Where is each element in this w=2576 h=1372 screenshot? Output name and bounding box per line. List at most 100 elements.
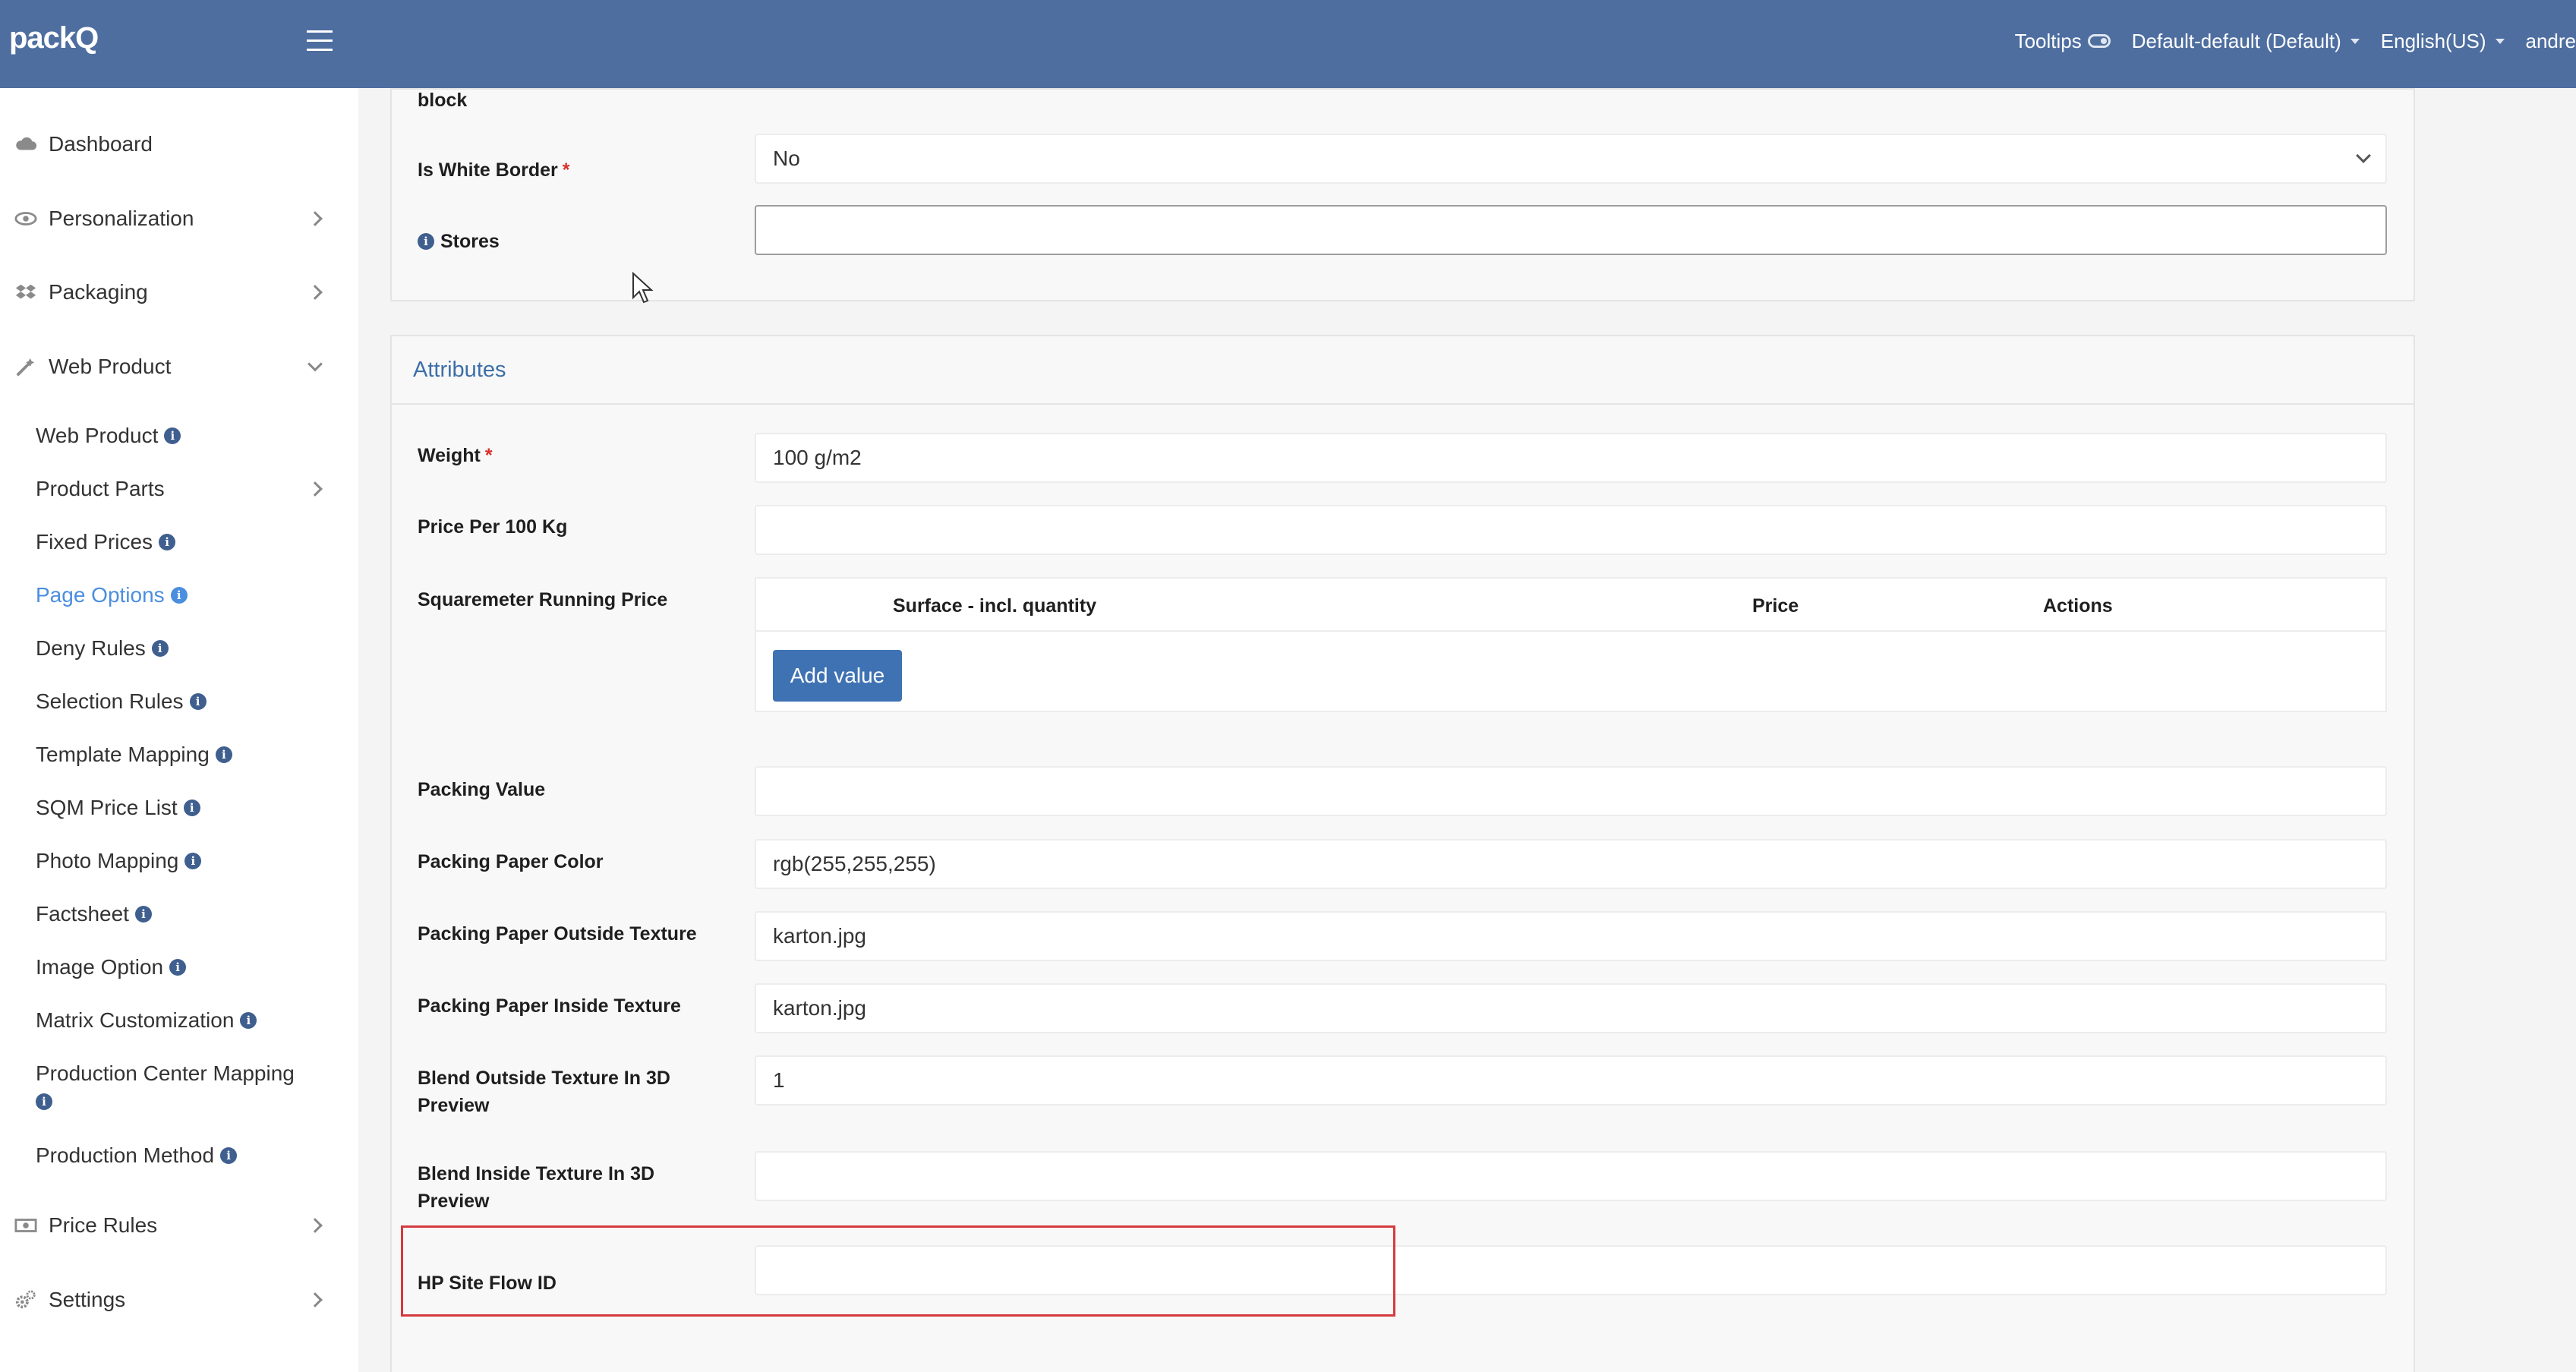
- field-label-packing-paper-color: Packing Paper Color: [418, 851, 604, 872]
- chevron-right-icon: [307, 285, 323, 300]
- sidebar-subitem-sqm-price-list[interactable]: SQM Price List i: [36, 793, 200, 823]
- tooltips-toggle[interactable]: Tooltips: [2015, 30, 2111, 53]
- user-menu[interactable]: andre: [2526, 30, 2576, 53]
- store-selector-label: Default-default (Default): [2131, 29, 2341, 52]
- sidebar-subitem-product-parts[interactable]: Product Parts: [36, 474, 323, 504]
- attributes-section-title[interactable]: Attributes: [413, 358, 506, 383]
- label-text: Stores: [440, 231, 500, 252]
- field-label-weight: Weight *: [418, 442, 493, 469]
- sidebar-subitem-image-option[interactable]: Image Option i: [36, 952, 187, 982]
- sidebar-item-settings[interactable]: Settings: [0, 1285, 358, 1315]
- sidebar-subitem-photo-mapping[interactable]: Photo Mapping i: [36, 846, 202, 876]
- toggle-switch-icon[interactable]: [2087, 34, 2111, 48]
- sidebar-subitem-label: Selection Rules: [36, 689, 184, 713]
- label-line: Preview: [418, 1095, 490, 1116]
- info-icon: i: [184, 853, 202, 869]
- chevron-right-icon: [307, 1218, 323, 1233]
- sidebar-item-label: Web Product: [49, 355, 172, 378]
- price-per-100kg-input[interactable]: [755, 505, 2387, 555]
- sidebar-item-personalization[interactable]: Personalization: [0, 203, 358, 234]
- sidebar-subitem-web-product[interactable]: Web Product i: [36, 421, 181, 451]
- sqm-running-price-table: Surface - incl. quantity Price Actions A…: [755, 577, 2387, 712]
- info-icon[interactable]: i: [418, 233, 434, 250]
- blend-inside-input[interactable]: [755, 1151, 2387, 1201]
- magic-wand-icon: [14, 355, 38, 379]
- label-line: Preview: [418, 1191, 490, 1212]
- sidebar-subitem-label: Matrix Customization: [36, 1008, 235, 1032]
- sidebar-subitem-label: Image Option: [36, 955, 164, 979]
- is-white-border-select[interactable]: No: [755, 134, 2387, 184]
- required-mark: *: [484, 445, 493, 466]
- sidebar-subitem-label: Product Parts: [36, 477, 165, 500]
- hamburger-menu-icon[interactable]: [307, 30, 333, 52]
- sidebar-subitem-label: Fixed Prices: [36, 530, 153, 554]
- sidebar-subitem-template-mapping[interactable]: Template Mapping i: [36, 740, 232, 770]
- sidebar-subitem-production-center-mapping[interactable]: Production Center Mapping i: [36, 1058, 295, 1122]
- label-text: Is White Border: [418, 159, 558, 181]
- chevron-right-icon: [307, 1292, 323, 1307]
- language-selector[interactable]: English(US): [2381, 30, 2505, 53]
- field-label-blend-outside: Blend Outside Texture In 3D Preview: [418, 1064, 670, 1119]
- sidebar-subitem-label: SQM Price List: [36, 796, 178, 819]
- sidebar-subitem-label: Template Mapping: [36, 743, 210, 766]
- chevron-right-icon: [307, 481, 323, 497]
- sidebar-subitem-fixed-prices[interactable]: Fixed Prices i: [36, 527, 176, 557]
- caret-down-icon: [2350, 38, 2360, 44]
- chevron-down-icon: [2356, 148, 2371, 163]
- packing-value-input[interactable]: [755, 766, 2387, 816]
- info-icon: i: [220, 1147, 238, 1164]
- cloud-icon: [14, 132, 38, 156]
- sidebar-subitem-deny-rules[interactable]: Deny Rules i: [36, 633, 169, 664]
- sidebar-subitem-matrix-customization[interactable]: Matrix Customization i: [36, 1005, 257, 1036]
- info-icon: i: [240, 1012, 257, 1029]
- user-name: andre: [2525, 29, 2576, 52]
- tooltips-label: Tooltips: [2014, 29, 2082, 52]
- caret-down-icon: [2495, 38, 2505, 44]
- packing-paper-color-input[interactable]: rgb(255,255,255): [755, 839, 2387, 889]
- eye-icon: [14, 207, 38, 231]
- sidebar-subitem-page-options[interactable]: Page Options i: [36, 580, 188, 610]
- sidebar-item-price-rules[interactable]: Price Rules: [0, 1210, 358, 1241]
- highlight-box: [401, 1225, 1395, 1317]
- top-right-controls: Tooltips Default-default (Default) Engli…: [1994, 26, 2576, 56]
- info-icon: i: [134, 906, 152, 923]
- chevron-down-icon: [307, 356, 323, 372]
- info-icon: i: [215, 746, 232, 763]
- sidebar-subitem-factsheet[interactable]: Factsheet i: [36, 899, 152, 929]
- gears-icon: [14, 1288, 38, 1312]
- sidebar-item-label: Settings: [49, 1288, 126, 1311]
- store-selector[interactable]: Default-default (Default): [2132, 30, 2360, 53]
- stores-multiselect[interactable]: [755, 205, 2387, 255]
- info-icon: i: [169, 959, 187, 976]
- sidebar-subitem-label: Page Options: [36, 583, 165, 607]
- outside-texture-input[interactable]: karton.jpg: [755, 911, 2387, 961]
- sidebar-item-packaging[interactable]: Packaging: [0, 277, 358, 308]
- table-header-price: Price: [1752, 595, 1799, 617]
- table-header-divider: [756, 630, 2385, 632]
- sidebar-item-dashboard[interactable]: Dashboard: [0, 129, 358, 159]
- sidebar-subitem-production-method[interactable]: Production Method i: [36, 1140, 238, 1171]
- inside-texture-input[interactable]: karton.jpg: [755, 983, 2387, 1033]
- sidebar-item-label: Packaging: [49, 280, 148, 304]
- logo[interactable]: packQ: [9, 21, 99, 55]
- sidebar-subitem-selection-rules[interactable]: Selection Rules i: [36, 686, 207, 717]
- sidebar-item-label: Price Rules: [49, 1213, 158, 1237]
- sidebar-subitem-label: Deny Rules: [36, 636, 146, 660]
- required-mark: *: [562, 159, 570, 181]
- chevron-right-icon: [307, 211, 323, 226]
- sidebar-item-web-product[interactable]: Web Product: [0, 352, 358, 382]
- field-label-blend-inside: Blend Inside Texture In 3D Preview: [418, 1160, 654, 1215]
- sidebar-item-label: Personalization: [49, 207, 194, 230]
- add-value-button[interactable]: Add value: [773, 650, 902, 702]
- language-selector-label: English(US): [2380, 29, 2486, 52]
- blend-outside-input[interactable]: 1: [755, 1055, 2387, 1105]
- sidebar: Dashboard Personalization Packaging Web …: [0, 88, 358, 1372]
- main-content: block Is White Border * No i Stores Attri…: [358, 88, 2576, 1372]
- sidebar-subitem-label: Production Center Mapping: [36, 1061, 295, 1085]
- sidebar-subitem-label: Web Product: [36, 424, 159, 447]
- info-icon: i: [36, 1093, 52, 1110]
- field-label-is-white-border: Is White Border *: [418, 156, 569, 184]
- label-line: Blend Inside Texture In 3D: [418, 1163, 655, 1184]
- weight-input[interactable]: 100 g/m2: [755, 433, 2387, 483]
- sidebar-subitem-label: Photo Mapping: [36, 849, 179, 872]
